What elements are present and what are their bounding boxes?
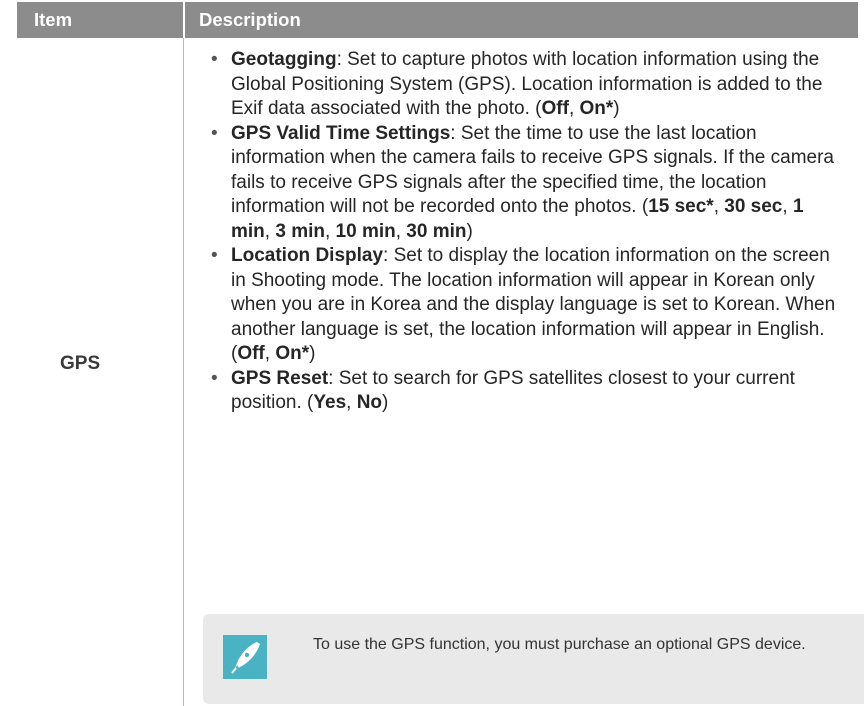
note-text: To use the GPS function, you must purcha… [313, 636, 806, 653]
option-value: Yes [313, 392, 347, 413]
table-header: Item Description [17, 2, 858, 38]
option-value: Off [541, 98, 569, 119]
bullet-term: GPS Valid Time Settings [231, 122, 451, 144]
option-value: Off [237, 343, 265, 364]
list-item: • GPS Reset: Set to search for GPS satell… [211, 367, 795, 414]
header-item: Item [34, 9, 73, 30]
option-value: 15 sec* [648, 196, 714, 217]
option-value: On* [275, 343, 310, 364]
bullet-icon: • [211, 245, 218, 266]
bullet-term: Location Display [231, 245, 384, 266]
option-value: No [356, 392, 383, 413]
bullet-text-end: ) [613, 98, 620, 119]
table-row: GPS • Geotagging: Set to capture photos w… [17, 38, 864, 706]
item-label: GPS [60, 353, 101, 374]
bullet-term: Geotagging [231, 49, 337, 70]
bullet-term: GPS Reset [231, 367, 329, 389]
bullet-icon: • [211, 49, 218, 70]
settings-table: Item Description GPS • Geotagging: Set to… [17, 2, 864, 706]
bullet-icon: • [211, 367, 218, 389]
option-value: On* [579, 98, 614, 119]
option-value: 30 min [406, 220, 467, 242]
bullet-text-end: ) [309, 343, 316, 364]
option-value: 3 min [275, 220, 325, 242]
list-item: • Geotagging: Set to capture photos with … [211, 49, 823, 119]
item-cell: GPS [17, 38, 183, 706]
header-description: Description [199, 9, 301, 30]
option-value: 10 min [335, 220, 396, 242]
description-cell: • Geotagging: Set to capture photos with … [203, 48, 843, 416]
note-box: To use the GPS function, you must purcha… [203, 614, 864, 704]
column-divider [183, 38, 184, 706]
list-item: • GPS Valid Time Settings: Set the time t… [211, 122, 834, 242]
description-list: • Geotagging: Set to capture photos with … [203, 48, 843, 416]
pen-nib-icon [223, 635, 267, 679]
bullet-text-end: ) [466, 220, 473, 242]
list-item: • Location Display: Set to display the lo… [211, 245, 836, 364]
bullet-icon: • [211, 122, 218, 144]
option-value: 30 sec [724, 196, 783, 217]
bullet-text-end: ) [382, 392, 389, 413]
